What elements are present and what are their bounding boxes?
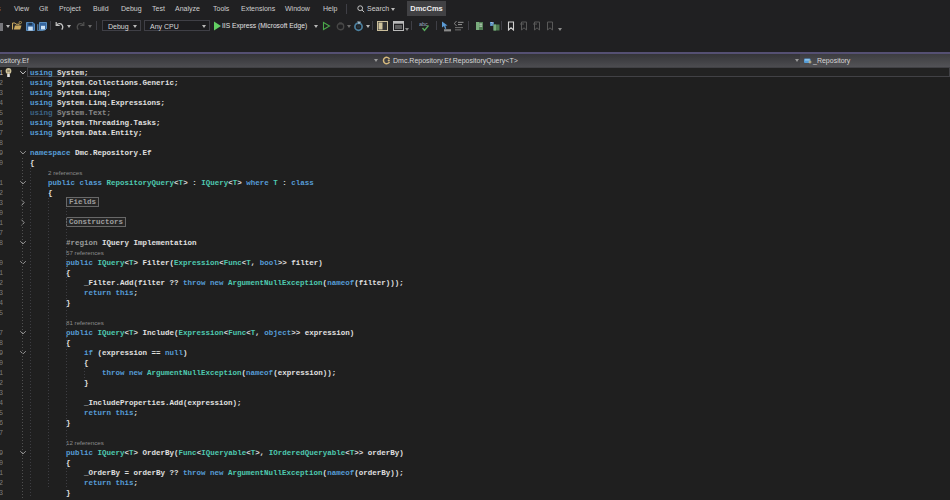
svg-text:abc: abc [419, 21, 428, 27]
